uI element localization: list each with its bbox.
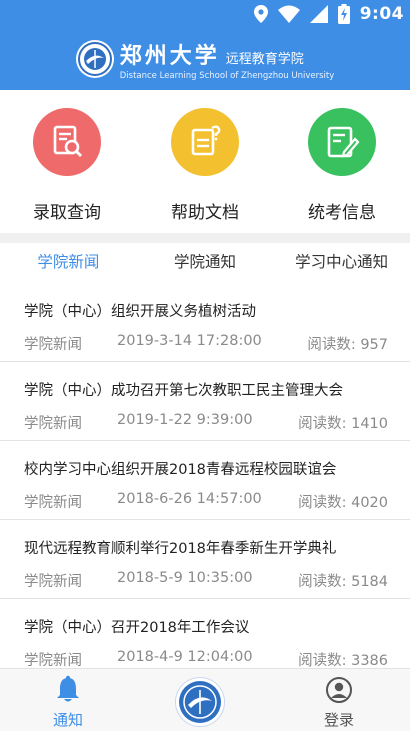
news-tabs: 学院新闻 学院通知 学习中心通知 (0, 243, 410, 283)
news-date: 2019-3-14 17:28:00 (117, 333, 262, 349)
quick-links: 录取查询 帮助文档 统考信息 (0, 90, 410, 233)
news-date: 2018-4-9 12:04:00 (117, 649, 253, 665)
signal-icon (309, 5, 328, 23)
news-category: 学院新闻 (24, 653, 82, 668)
help-document-icon (171, 108, 239, 176)
quick-link-help-docs[interactable]: 帮助文档 (145, 108, 265, 223)
tab-school-notices[interactable]: 学院通知 (137, 243, 274, 283)
quick-link-exam-info[interactable]: 统考信息 (282, 108, 402, 223)
tab-learning-center-notices[interactable]: 学习中心通知 (273, 243, 410, 283)
school-emblem-icon (75, 40, 114, 78)
school-emblem-icon (179, 681, 221, 723)
news-category: 学院新闻 (24, 337, 82, 353)
nav-notify[interactable]: 通知 (8, 669, 128, 731)
news-title: 学院（中心）召开2018年工作会议 (24, 620, 250, 636)
news-title: 学院（中心）成功召开第七次教职工民主管理大会 (24, 383, 343, 399)
school-name-english: Distance Learning School of Zhengzhou Un… (119, 70, 335, 81)
tab-school-news[interactable]: 学院新闻 (0, 243, 137, 283)
wifi-icon (277, 5, 300, 23)
list-item[interactable]: 学院（中心）召开2018年工作会议 学院新闻 2018-4-9 12:04:00… (0, 599, 410, 668)
news-category: 学院新闻 (24, 574, 82, 590)
news-category: 学院新闻 (24, 416, 82, 432)
list-item[interactable]: 学院（中心）成功召开第七次教职工民主管理大会 学院新闻 2019-1-22 9:… (0, 362, 410, 441)
news-category: 学院新闻 (24, 495, 82, 511)
list-item[interactable]: 现代远程教育顺利举行2018年春季新生开学典礼 学院新闻 2018-5-9 10… (0, 520, 410, 599)
app-header: 郑州大学 远程教育学院 Distance Learning School of … (0, 28, 410, 90)
nav-login[interactable]: 登录 (279, 669, 399, 731)
news-title: 现代远程教育顺利举行2018年春季新生开学典礼 (24, 541, 337, 557)
clock: 9:04 (359, 4, 404, 24)
school-name: 郑州大学 (119, 42, 220, 69)
news-read-count: 阅读数: 3386 (298, 653, 388, 668)
news-date: 2018-6-26 14:57:00 (117, 491, 262, 507)
list-item[interactable]: 学院（中心）组织开展义务植树活动 学院新闻 2019-3-14 17:28:00… (0, 283, 410, 362)
news-date: 2018-5-9 10:35:00 (117, 570, 253, 586)
user-avatar-icon (326, 677, 352, 703)
quick-link-admission-query[interactable]: 录取查询 (7, 108, 127, 223)
bottom-nav: 通知 登录 (0, 668, 410, 731)
nav-login-label: 登录 (323, 711, 354, 729)
location-icon (253, 5, 268, 23)
status-bar: 9:04 (0, 0, 410, 28)
home-logo-button[interactable] (175, 677, 225, 727)
news-date: 2019-1-22 9:39:00 (117, 412, 253, 428)
section-divider (0, 233, 410, 243)
bell-icon (57, 675, 79, 702)
news-title: 校内学习中心组织开展2018青春远程校园联谊会 (24, 462, 337, 478)
battery-icon (337, 4, 350, 24)
news-read-count: 阅读数: 5184 (298, 574, 388, 590)
news-read-count: 阅读数: 957 (307, 337, 388, 353)
news-list: 学院（中心）组织开展义务植树活动 学院新闻 2019-3-14 17:28:00… (0, 283, 410, 668)
news-title: 学院（中心）组织开展义务植树活动 (24, 304, 256, 320)
news-read-count: 阅读数: 1410 (298, 416, 388, 432)
list-item[interactable]: 校内学习中心组织开展2018青春远程校园联谊会 学院新闻 2018-6-26 1… (0, 441, 410, 520)
school-subtitle: 远程教育学院 (225, 51, 304, 67)
school-logo-banner: 郑州大学 远程教育学院 Distance Learning School of … (75, 38, 335, 81)
news-read-count: 阅读数: 4020 (298, 495, 388, 511)
nav-notify-label: 通知 (52, 711, 83, 729)
search-document-icon (33, 108, 101, 176)
exam-edit-icon (308, 108, 376, 176)
